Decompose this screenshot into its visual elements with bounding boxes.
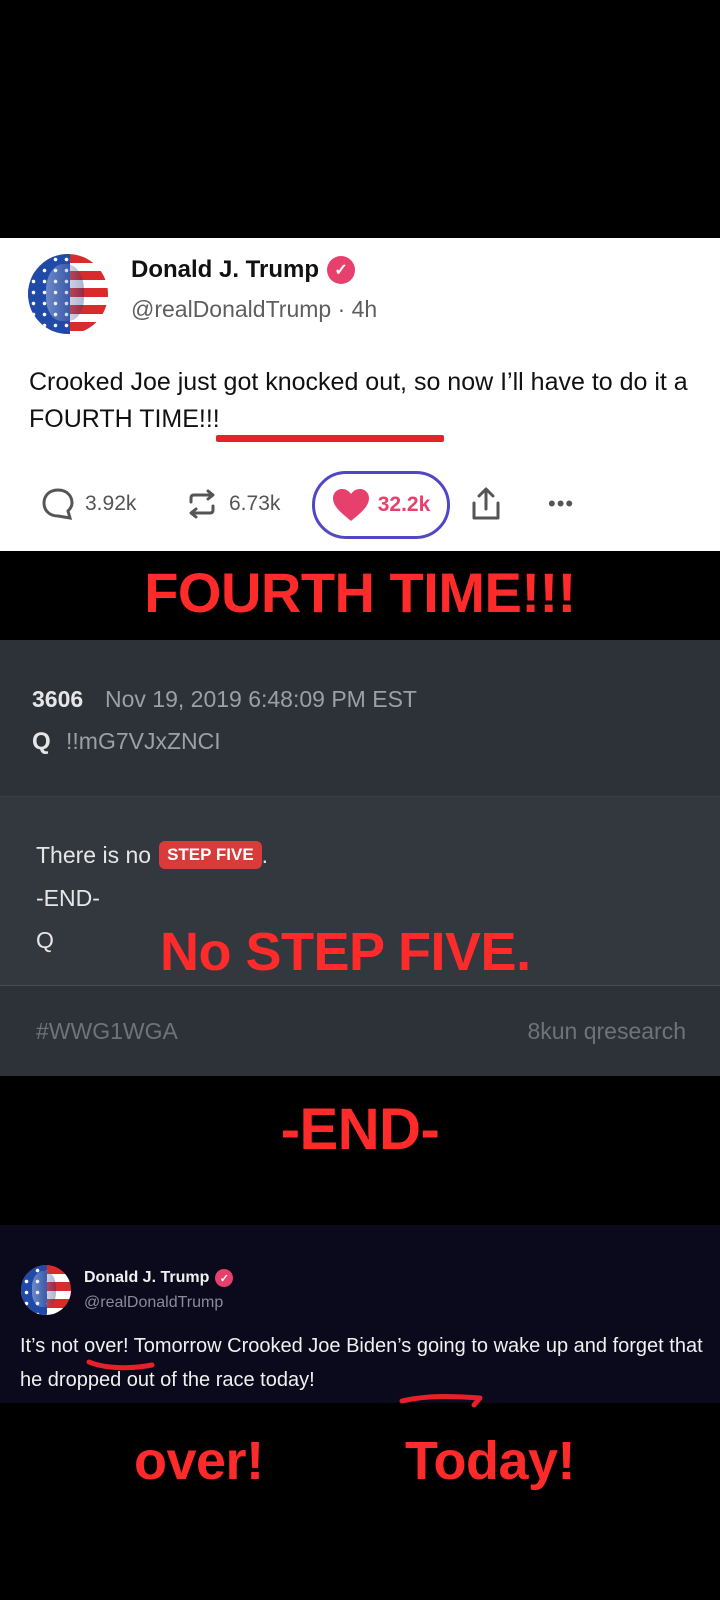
author-name[interactable]: Donald J. Trump ✓ bbox=[84, 1269, 234, 1287]
handle-time: @realDonaldTrump · 4h bbox=[131, 296, 378, 322]
drop-source: 8kun qresearch bbox=[527, 1018, 686, 1044]
verified-badge-icon: ✓ bbox=[215, 1269, 234, 1287]
step-five-badge: STEP FIVE bbox=[159, 841, 262, 869]
avatar[interactable] bbox=[28, 254, 108, 334]
drop-number: 3606 bbox=[32, 686, 84, 712]
author-name-text: Donald J. Trump bbox=[131, 256, 320, 283]
action-bar: 3.92k 6.73k 32.2k ••• bbox=[0, 471, 720, 539]
share-button[interactable] bbox=[468, 474, 504, 534]
red-underline-annotation bbox=[216, 435, 444, 442]
q-drop-header: 3606 Nov 19, 2019 6:48:09 PM EST Q !!mG7… bbox=[0, 640, 720, 797]
drop-line-2: -END- bbox=[36, 885, 100, 911]
drop-author: Q bbox=[32, 728, 51, 755]
hashtag[interactable]: #WWG1WGA bbox=[36, 1018, 178, 1045]
verified-badge-icon: ✓ bbox=[327, 256, 356, 284]
red-underline-annotation bbox=[399, 1393, 483, 1408]
drop-line-3: Q bbox=[36, 927, 54, 953]
caption-fourth-time: FOURTH TIME!!! bbox=[144, 561, 576, 624]
drop-tripcode: !!mG7VJxZNCI bbox=[66, 728, 221, 754]
tweet-card-2: Donald J. Trump ✓ @realDonaldTrump It’s … bbox=[0, 1225, 720, 1408]
caption-no-step-five: No STEP FIVE. bbox=[160, 922, 531, 982]
caption-end: -END- bbox=[280, 1097, 440, 1162]
author-name[interactable]: Donald J. Trump ✓ bbox=[131, 256, 356, 284]
q-drop-footer: #WWG1WGA 8kun qresearch bbox=[0, 986, 720, 1076]
author-name-text: Donald J. Trump bbox=[84, 1269, 210, 1286]
drop-line-1: There is no STEP FIVE . bbox=[36, 841, 268, 869]
like-count: 32.2k bbox=[377, 493, 431, 516]
retweet-button[interactable]: 6.73k bbox=[184, 474, 280, 534]
reply-button[interactable]: 3.92k bbox=[40, 474, 136, 534]
drop-line-1-suffix: . bbox=[261, 841, 269, 868]
heart-icon bbox=[332, 489, 369, 521]
more-options-icon[interactable]: ••• bbox=[548, 474, 574, 534]
avatar[interactable] bbox=[21, 1265, 71, 1315]
drop-line-1-prefix: There is no bbox=[36, 841, 152, 868]
like-button[interactable]: 32.2k bbox=[312, 471, 450, 539]
reply-icon bbox=[42, 488, 74, 520]
reply-count: 3.92k bbox=[85, 492, 137, 515]
tweet-text: Crooked Joe just got knocked out, so now… bbox=[29, 368, 688, 433]
retweet-icon bbox=[189, 489, 215, 519]
retweet-count: 6.73k bbox=[229, 492, 281, 515]
q-drop-card: 3606 Nov 19, 2019 6:48:09 PM EST Q !!mG7… bbox=[0, 640, 720, 1076]
drop-date: Nov 19, 2019 6:48:09 PM EST bbox=[105, 686, 417, 712]
tweet-card-1: Donald J. Trump ✓ @realDonaldTrump · 4h … bbox=[0, 238, 720, 551]
share-icon bbox=[472, 487, 500, 520]
caption-over: over! bbox=[134, 1431, 264, 1491]
caption-today: Today! bbox=[405, 1431, 576, 1491]
author-handle: @realDonaldTrump bbox=[84, 1294, 224, 1311]
red-underline-annotation bbox=[86, 1359, 155, 1371]
